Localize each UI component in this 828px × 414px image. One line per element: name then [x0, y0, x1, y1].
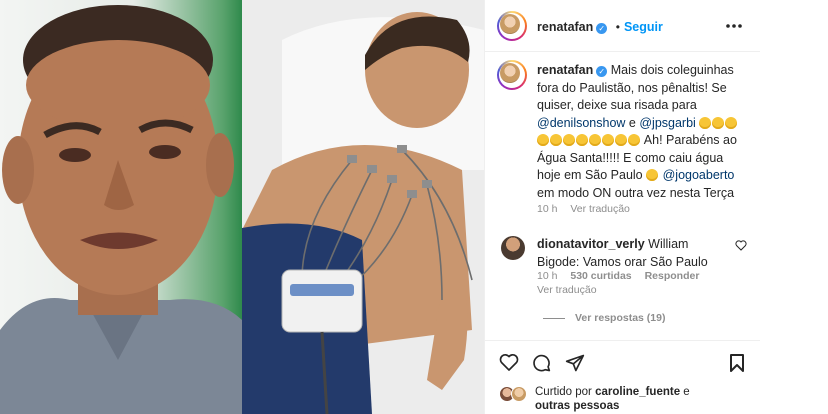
header-user: renatafan ✓ • Seguir	[537, 18, 663, 36]
view-replies-button[interactable]: Ver respostas (19)	[575, 312, 665, 324]
post-image[interactable]	[0, 0, 484, 414]
comment-username[interactable]: dionatavitor_verly	[537, 237, 645, 251]
mention-denilsonshow[interactable]: @denilsonshow	[537, 116, 625, 130]
caption-translate-link[interactable]: Ver tradução	[570, 203, 630, 215]
comment-time: 10 h	[537, 270, 558, 282]
replies-divider	[543, 318, 565, 319]
liked-by-suffix: e	[683, 386, 690, 398]
comment: dionatavitor_verly William Bigode: Vamos…	[537, 236, 717, 271]
page-margin	[760, 0, 828, 414]
more-icon[interactable]	[725, 20, 743, 32]
comment-avatar[interactable]	[501, 236, 525, 260]
photo-man-crying	[0, 0, 242, 414]
photo-boy-hospital	[242, 0, 484, 414]
caption-text-3: em modo ON outra vez nesta Terça	[537, 185, 735, 200]
liked-by-avatar-2	[511, 386, 527, 402]
caption: renatafan ✓ Mais dois coleguinhas fora do…	[537, 62, 749, 202]
verified-icon: ✓	[596, 23, 608, 34]
caption-and: e	[628, 115, 636, 130]
comment-translate-link[interactable]: Ver tradução	[537, 284, 597, 296]
username[interactable]: renatafan	[537, 20, 593, 34]
boy-illustration	[242, 0, 484, 414]
post-header: renatafan ✓ • Seguir	[485, 0, 761, 52]
comment-likes[interactable]: 530 curtidas	[570, 270, 631, 282]
follow-button[interactable]: Seguir	[624, 20, 663, 34]
heart-icon[interactable]	[499, 353, 519, 372]
avatar[interactable]	[497, 11, 527, 41]
post-panel: renatafan ✓ • Seguir renatafan ✓ Mais dois …	[484, 0, 761, 414]
comment-meta: 10 h 530 curtidas Responder	[537, 270, 699, 282]
post-actions: Curtido por caroline_fuente e outras pes…	[485, 340, 761, 414]
emoji-worried-icon	[646, 168, 659, 182]
mention-jpsgarbi[interactable]: @jpsgarbi	[639, 116, 695, 130]
verified-icon: ✓	[596, 66, 608, 77]
caption-meta: 10 h Ver tradução	[537, 203, 630, 215]
reply-button[interactable]: Responder	[645, 270, 700, 282]
mention-jogoaberto[interactable]: @jogoaberto	[663, 168, 735, 182]
liked-by-prefix: Curtido por	[535, 386, 592, 398]
caption-username[interactable]: renatafan	[537, 63, 593, 77]
comment-like-heart-icon[interactable]	[735, 240, 747, 251]
man-illustration	[0, 5, 242, 414]
liked-by-others[interactable]: outras pessoas	[535, 400, 619, 412]
liked-by: Curtido por caroline_fuente e outras pes…	[535, 385, 735, 413]
separator-dot: •	[615, 20, 620, 34]
comment-icon[interactable]	[531, 353, 551, 373]
caption-avatar[interactable]	[497, 60, 527, 90]
liked-by-user[interactable]: caroline_fuente	[595, 386, 680, 398]
caption-time: 10 h	[537, 203, 558, 215]
share-icon[interactable]	[565, 353, 585, 373]
bookmark-icon[interactable]	[729, 353, 745, 373]
